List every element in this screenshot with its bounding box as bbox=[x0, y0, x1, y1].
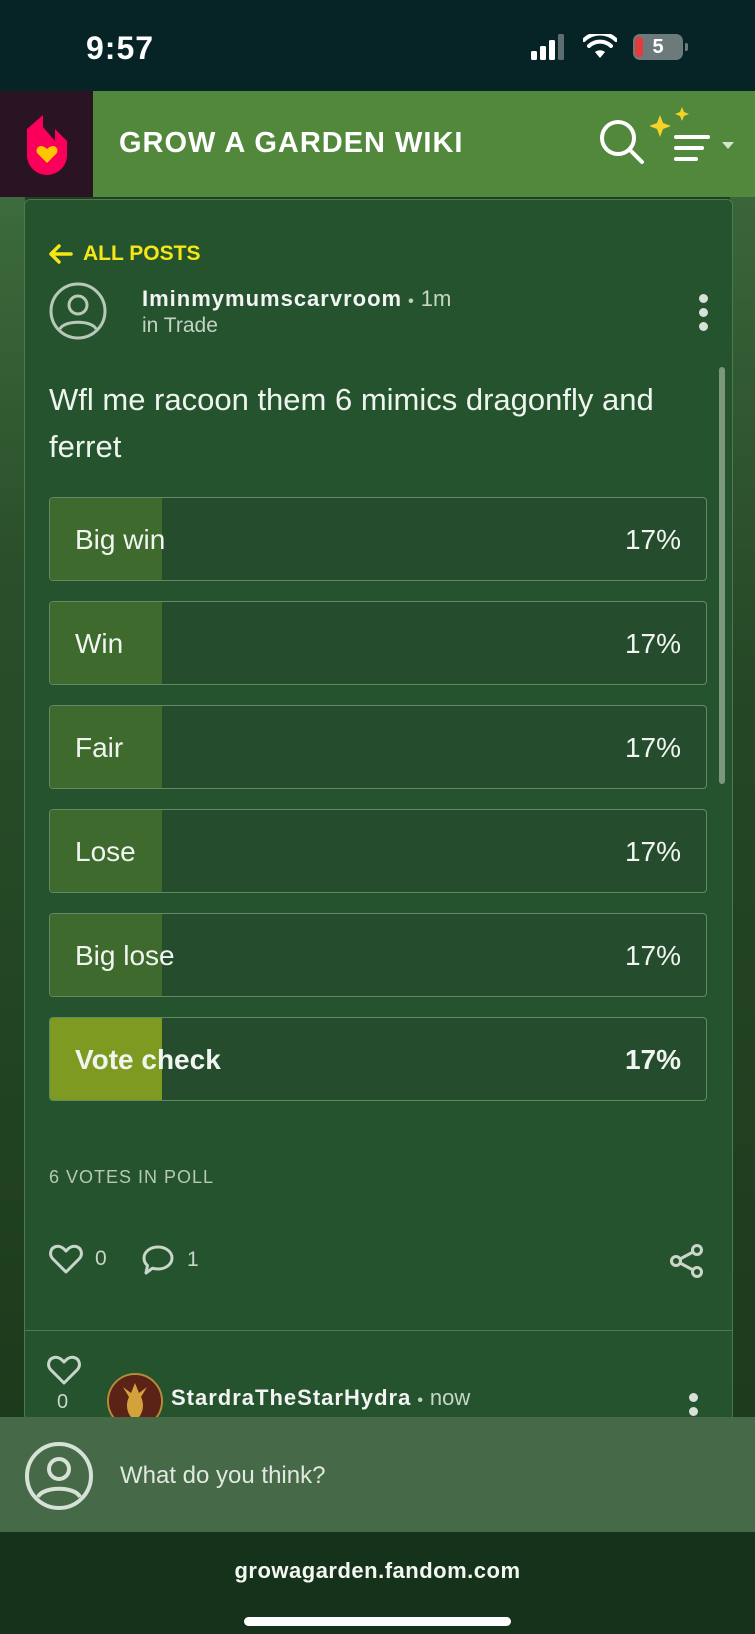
wifi-icon bbox=[583, 34, 617, 58]
poll-option[interactable]: Win 17% bbox=[49, 601, 707, 685]
comment-icon bbox=[142, 1245, 174, 1275]
author-avatar[interactable] bbox=[49, 282, 107, 340]
poll-option[interactable]: Big lose 17% bbox=[49, 913, 707, 997]
reply-author[interactable]: StardraTheStarHydra bbox=[171, 1385, 411, 1410]
post-options-button[interactable] bbox=[699, 294, 709, 336]
browser-address-bar: growagarden.fandom.com bbox=[0, 1532, 755, 1634]
wiki-title[interactable]: GROW A GARDEN WIKI bbox=[119, 127, 464, 160]
poll-option[interactable]: Big win 17% bbox=[49, 497, 707, 581]
menu-button[interactable] bbox=[649, 105, 740, 175]
all-posts-label: ALL POSTS bbox=[83, 242, 201, 265]
user-avatar-icon bbox=[49, 282, 107, 340]
heart-icon bbox=[49, 1244, 83, 1274]
comment-count: 1 bbox=[187, 1248, 199, 1271]
wiki-header: GROW A GARDEN WIKI bbox=[0, 91, 755, 197]
arrow-left-icon bbox=[49, 244, 73, 264]
reply-item: 0 StardraTheStarHydra • now bbox=[25, 1355, 732, 1420]
poll-option[interactable]: Vote check 17% bbox=[49, 1017, 707, 1101]
kebab-dot bbox=[689, 1407, 698, 1416]
separator-dot: • bbox=[417, 1392, 424, 1409]
reply-meta: StardraTheStarHydra • now bbox=[171, 1385, 470, 1411]
poll-option-label: Vote check bbox=[75, 1044, 221, 1075]
poll-option-percent: 17% bbox=[624, 524, 681, 555]
share-button[interactable] bbox=[669, 1244, 705, 1278]
scrollbar[interactable] bbox=[719, 367, 725, 784]
status-bar: 9:57 5 bbox=[0, 0, 755, 91]
reply-options-button[interactable] bbox=[689, 1393, 699, 1420]
comment-bar bbox=[0, 1417, 755, 1532]
hydra-avatar-icon bbox=[109, 1375, 161, 1420]
heart-icon bbox=[47, 1355, 81, 1385]
battery-level: 5 bbox=[652, 35, 664, 58]
fandom-flame-icon bbox=[26, 115, 67, 175]
post-category[interactable]: in Trade bbox=[142, 314, 218, 338]
kebab-dot bbox=[699, 294, 708, 303]
post-card: ALL POSTS Iminmymumscarvroom • 1m in Trade… bbox=[24, 199, 733, 1421]
fandom-logo[interactable] bbox=[0, 91, 93, 197]
status-icons: 5 bbox=[531, 34, 688, 60]
background-right bbox=[730, 197, 755, 1417]
author-row: Iminmymumscarvroom • 1m in Trade bbox=[49, 282, 708, 342]
background-left bbox=[0, 197, 25, 1417]
separator-dot: • bbox=[408, 293, 415, 310]
poll-option-percent: 17% bbox=[624, 1044, 681, 1075]
comment-input[interactable] bbox=[118, 1453, 682, 1499]
post-time: 1m bbox=[420, 286, 452, 311]
my-avatar bbox=[24, 1441, 94, 1516]
reply-time: now bbox=[429, 1385, 471, 1410]
poll-option-label: Big lose bbox=[75, 940, 175, 971]
poll-option-label: Big win bbox=[75, 524, 166, 555]
user-avatar-icon bbox=[25, 1442, 93, 1510]
kebab-dot bbox=[689, 1393, 698, 1402]
poll-votes-count: 6 VOTES IN POLL bbox=[49, 1167, 215, 1187]
battery-icon: 5 bbox=[633, 34, 688, 60]
poll-option-percent: 17% bbox=[624, 940, 681, 971]
poll-option-label: Fair bbox=[75, 732, 124, 763]
home-indicator[interactable] bbox=[244, 1617, 511, 1626]
poll-option[interactable]: Fair 17% bbox=[49, 705, 707, 789]
poll-option-label: Win bbox=[75, 628, 124, 659]
share-icon bbox=[670, 1244, 703, 1278]
author-meta: Iminmymumscarvroom • 1m bbox=[142, 286, 451, 312]
post-actions: 0 1 bbox=[49, 1244, 705, 1284]
reply-like-button[interactable]: 0 bbox=[47, 1355, 81, 1413]
search-button[interactable] bbox=[598, 118, 646, 171]
sparkle-menu-icon bbox=[649, 107, 734, 161]
like-button[interactable]: 0 bbox=[49, 1244, 107, 1274]
url-text[interactable]: growagarden.fandom.com bbox=[0, 1558, 755, 1584]
comment-button[interactable]: 1 bbox=[141, 1244, 199, 1276]
kebab-dot bbox=[699, 322, 708, 331]
poll-option-percent: 17% bbox=[624, 628, 681, 659]
divider bbox=[25, 1330, 732, 1331]
poll-option-label: Lose bbox=[75, 836, 136, 867]
poll-option-percent: 17% bbox=[624, 836, 681, 867]
all-posts-link[interactable]: ALL POSTS bbox=[49, 242, 200, 266]
poll-option[interactable]: Lose 17% bbox=[49, 809, 707, 893]
post-title: Wfl me racoon them 6 mimics dragonfly an… bbox=[49, 382, 654, 464]
signal-icon bbox=[531, 34, 564, 60]
like-count: 0 bbox=[95, 1247, 107, 1270]
kebab-dot bbox=[699, 308, 708, 317]
status-time: 9:57 bbox=[86, 30, 155, 66]
search-icon bbox=[600, 120, 644, 164]
reply-like-count: 0 bbox=[57, 1391, 69, 1413]
reply-avatar[interactable] bbox=[107, 1373, 163, 1420]
author-name[interactable]: Iminmymumscarvroom bbox=[142, 286, 402, 311]
poll-option-percent: 17% bbox=[624, 732, 681, 763]
